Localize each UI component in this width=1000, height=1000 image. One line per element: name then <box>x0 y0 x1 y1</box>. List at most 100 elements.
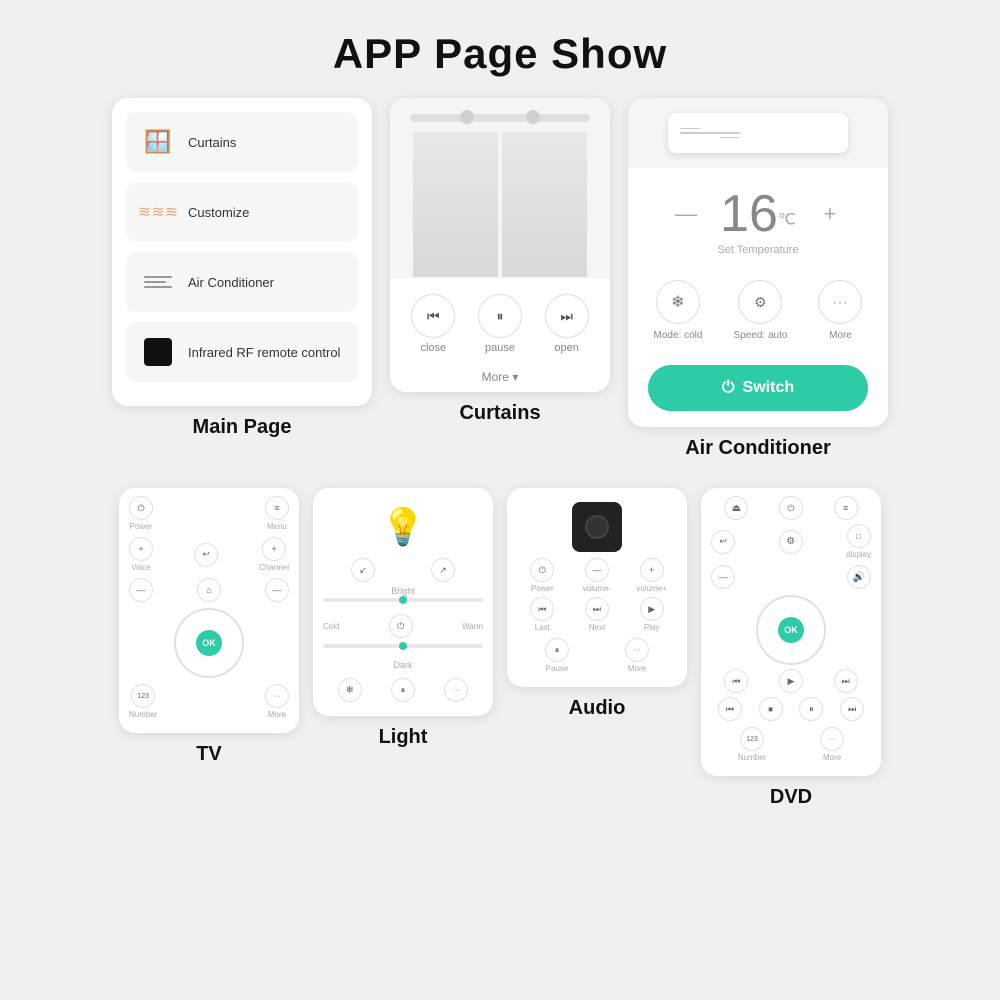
power-icon: ⏻ <box>129 496 153 520</box>
dvd-number-btn[interactable]: 123 Number <box>738 727 766 762</box>
light-cwp-row: Cold ⏻ Warm <box>323 614 483 638</box>
eject-icon: ⏏ <box>724 496 748 520</box>
light-more-btn[interactable]: ··· <box>444 678 468 702</box>
list-item-curtains[interactable]: 🪟 Curtains <box>126 112 358 172</box>
curtain-more[interactable]: More ▾ <box>390 362 610 392</box>
tv-vol-down-btn[interactable]: — <box>129 578 153 602</box>
tv-number-btn[interactable]: 123 Number <box>129 684 157 719</box>
voice-label: Voice <box>131 563 151 572</box>
ac-mode-cold[interactable]: ❄ Mode: cold <box>654 280 703 341</box>
dvd-display-btn[interactable]: □ display <box>846 524 871 559</box>
ac-temp-section: — 16℃ + Set Temperature <box>628 168 888 266</box>
tv-menu-btn[interactable]: ≡ Menu <box>265 496 289 531</box>
warm-slider[interactable] <box>323 642 483 660</box>
more-icon: ··· <box>265 684 289 708</box>
dvd-pause-btn[interactable]: ⏸ <box>793 697 831 721</box>
temp-minus-btn[interactable]: — <box>672 201 700 227</box>
dvd-play-btn[interactable]: ▶ <box>766 669 817 693</box>
vol-up-label: volume+ <box>636 584 666 593</box>
pause-label: Pause <box>546 664 569 673</box>
light-power-btn[interactable]: ⏻ <box>389 614 413 638</box>
audio-more-btn[interactable]: ··· More <box>625 638 649 673</box>
tv-label: TV <box>119 733 299 774</box>
more-icon: ··· <box>625 638 649 662</box>
curtain-pause-btn[interactable]: ⏸ pause <box>478 294 522 354</box>
curtain-panel-left <box>413 132 498 277</box>
dvd-row2: ↩ ⚙ □ display <box>711 524 871 559</box>
dvd-minus-btn[interactable]: — <box>711 565 735 589</box>
list-item-ac[interactable]: Air Conditioner <box>126 252 358 312</box>
curtains-label: Curtains <box>188 135 236 150</box>
tv-vol-up-btn[interactable]: + Voice <box>129 537 153 572</box>
dvd-power-btn[interactable]: ⏻ <box>766 496 817 520</box>
audio-pause-btn[interactable]: ⏸ Pause <box>545 638 569 673</box>
dvd-menu-btn[interactable]: ≡ <box>820 496 871 520</box>
number-label: Number <box>738 753 766 762</box>
light-left-btn[interactable]: ↙ <box>351 558 375 582</box>
tv-power-btn[interactable]: ⏻ Power <box>129 496 153 531</box>
temp-plus-btn[interactable]: + <box>816 201 844 227</box>
ac-mode-more[interactable]: ··· More <box>818 280 862 341</box>
curtain-open-btn[interactable]: ⏭ open <box>545 294 589 354</box>
dvd-setup-btn[interactable]: ⚙ <box>779 530 803 554</box>
curtain-visual <box>390 98 610 278</box>
more-icon: ··· <box>444 678 468 702</box>
dvd-row3: — 🔊 <box>711 565 871 589</box>
list-item-rf[interactable]: Infrared RF remote control <box>126 322 358 382</box>
close-label: close <box>420 342 446 354</box>
speed-icon: ⚙ <box>738 280 782 324</box>
ac-label: Air Conditioner <box>188 275 274 290</box>
light-cold-btn[interactable]: ❄ <box>338 678 362 702</box>
dvd-ok-btn[interactable]: OK <box>778 617 804 643</box>
ac-mode-speed[interactable]: ⚙ Speed: auto <box>733 280 787 341</box>
curtain-close-btn[interactable]: ⏮ close <box>411 294 455 354</box>
dvd-ff-btn[interactable]: ⏭ <box>833 697 871 721</box>
speed-auto-label: Speed: auto <box>733 330 787 341</box>
dvd-transport1: ⏮ ▶ ⏭ <box>711 669 871 693</box>
curtain-icon: 🪟 <box>140 124 176 160</box>
list-item-customize[interactable]: ≋≋≋ Customize <box>126 182 358 242</box>
tv-card-wrapper: ⏻ Power ≡ Menu + Voice ↩ <box>119 488 299 817</box>
dvd-label: DVD <box>701 776 881 817</box>
tv-back-btn[interactable]: ↩ <box>194 543 218 567</box>
ac-temp-controls: — 16℃ + <box>638 188 878 240</box>
dvd-rew-btn[interactable]: ⏮ <box>711 697 749 721</box>
audio-main-controls: ⏻ Power — volume- + volume+ <box>517 558 677 593</box>
audio-next-btn[interactable]: ⏭ Next <box>572 597 623 632</box>
ff-icon: ⏭ <box>840 697 864 721</box>
audio-prev-btn[interactable]: ⏮ Last <box>517 597 568 632</box>
light-left-icon: ↙ <box>351 558 375 582</box>
light-right-btn[interactable]: ↗ <box>431 558 455 582</box>
tv-more-btn[interactable]: ··· More <box>265 684 289 719</box>
tv-home-btn[interactable]: ⌂ <box>197 578 221 602</box>
dvd-back-btn[interactable]: ↩ <box>711 530 735 554</box>
light-pause-btn[interactable]: ⏸ <box>391 678 415 702</box>
tv-ch-down-btn[interactable]: — <box>265 578 289 602</box>
play-icon: ▶ <box>640 597 664 621</box>
audio-play-btn[interactable]: ▶ Play <box>626 597 677 632</box>
pause-label: pause <box>485 342 515 354</box>
light-footer: ❄ ⏸ ··· <box>323 678 483 702</box>
tv-ok-btn[interactable]: OK <box>196 630 222 656</box>
dvd-next-btn[interactable]: ⏭ <box>820 669 871 693</box>
dvd-eject-btn[interactable]: ⏏ <box>711 496 762 520</box>
next-icon: ⏭ <box>834 669 858 693</box>
main-page-label: Main Page <box>112 406 372 447</box>
ac-icon <box>140 264 176 300</box>
dvd-vol-btn[interactable]: 🔊 <box>847 565 871 589</box>
dvd-more-btn[interactable]: ··· More <box>820 727 844 762</box>
tv-dpad[interactable]: OK <box>174 608 244 678</box>
ac-page-label: Air Conditioner <box>628 427 888 468</box>
dvd-prev-btn[interactable]: ⏮ <box>711 669 762 693</box>
audio-vol-up-btn[interactable]: + volume+ <box>626 558 677 593</box>
dvd-dpad[interactable]: OK <box>756 595 826 665</box>
ac-switch-button[interactable]: ⏻ Switch <box>648 365 868 411</box>
audio-power-btn[interactable]: ⏻ Power <box>517 558 568 593</box>
bright-slider[interactable] <box>323 596 483 614</box>
dvd-stop-btn[interactable]: ⏹ <box>752 697 790 721</box>
bright-label: Bright <box>323 586 483 596</box>
tv-ch-up-btn[interactable]: + Channel <box>259 537 289 572</box>
light-label: Light <box>313 716 493 757</box>
audio-vol-down-btn[interactable]: — volume- <box>572 558 623 593</box>
back-icon: ↩ <box>194 543 218 567</box>
